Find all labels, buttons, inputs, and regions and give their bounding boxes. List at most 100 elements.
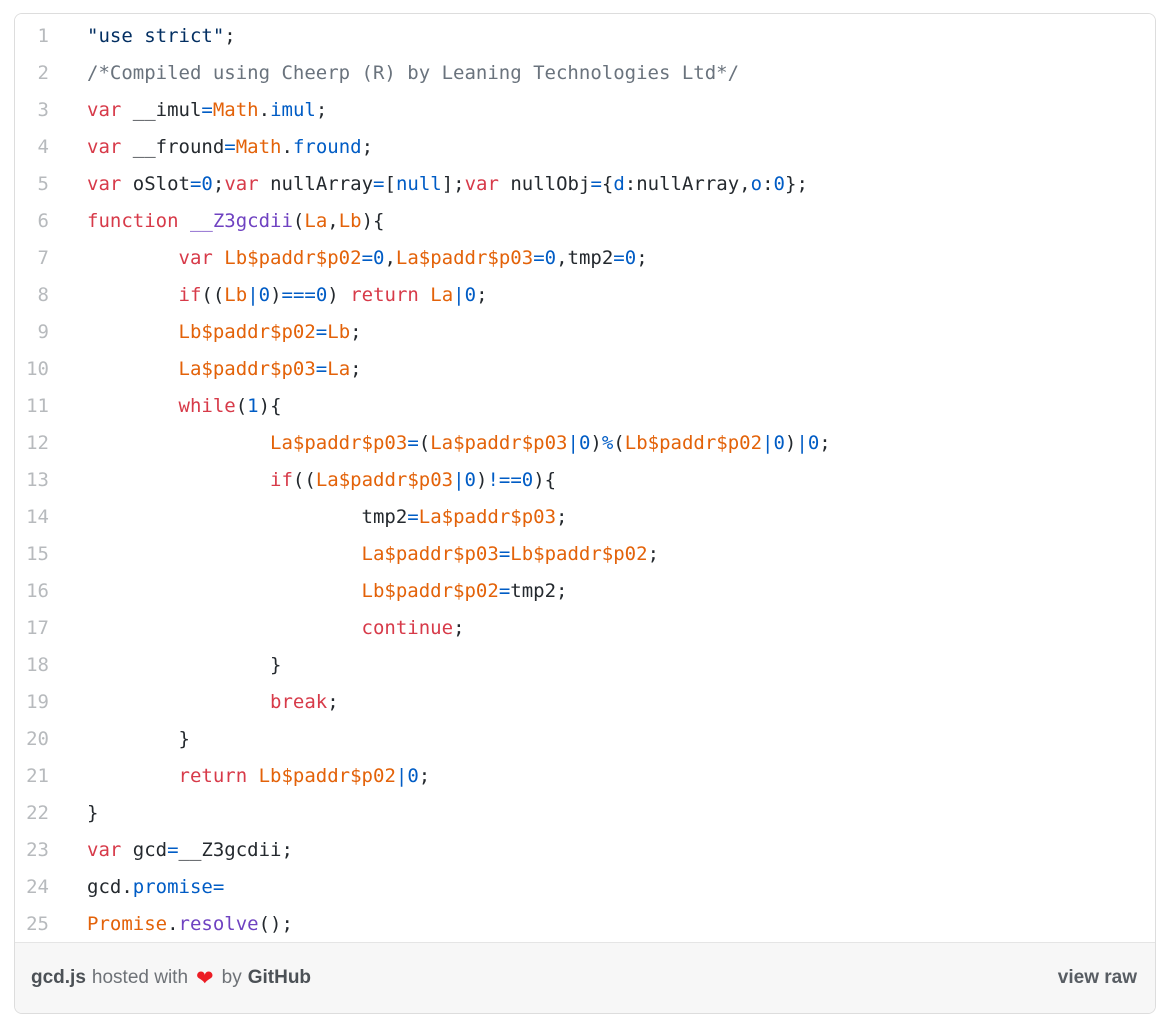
code-token <box>87 469 270 491</box>
line-number: 16 <box>15 573 49 610</box>
code-text: while(1){ <box>49 388 282 425</box>
code-token: La$paddr$p03 <box>179 358 316 380</box>
code-token: Lb$paddr$p02 <box>362 580 499 602</box>
code-token: = <box>316 358 327 380</box>
code-token <box>87 765 179 787</box>
hosted-text: hosted with <box>92 967 188 989</box>
code-token: =0 <box>533 247 556 269</box>
code-token: Lb$paddr$p02 <box>259 765 396 787</box>
code-token <box>179 210 190 232</box>
gist-embed: 1"use strict";2/*Compiled using Cheerp (… <box>14 13 1156 1014</box>
code-token: % <box>602 432 613 454</box>
code-token: var <box>224 173 258 195</box>
code-line: 16 Lb$paddr$p02=tmp2; <box>15 573 1155 610</box>
code-token: null <box>396 173 442 195</box>
code-token: . <box>259 99 270 121</box>
code-token: ; <box>476 284 487 306</box>
code-token: = <box>407 432 418 454</box>
code-token: ; <box>453 617 464 639</box>
code-token: var <box>87 839 121 861</box>
code-token: ; <box>556 506 567 528</box>
code-token <box>87 247 179 269</box>
code-token: "use strict" <box>87 25 224 47</box>
view-raw-link[interactable]: view raw <box>1058 967 1137 989</box>
code-token <box>87 358 179 380</box>
code-text: /*Compiled using Cheerp (R) by Leaning T… <box>49 55 739 92</box>
code-token: ; <box>648 543 659 565</box>
code-token: (( <box>201 284 224 306</box>
file-link[interactable]: gcd.js <box>31 967 86 989</box>
code-token: gcd <box>121 839 167 861</box>
code-text: var __imul=Math.imul; <box>49 92 327 129</box>
line-number: 8 <box>15 277 49 314</box>
line-number: 1 <box>15 18 49 55</box>
code-token <box>419 284 430 306</box>
code-text: if((La$paddr$p03|0)!==0){ <box>49 462 556 499</box>
code-token: La$paddr$p03 <box>270 432 407 454</box>
code-token: function <box>87 210 179 232</box>
code-token: __fround <box>121 136 224 158</box>
code-token: var <box>87 99 121 121</box>
code-token: = <box>407 506 418 528</box>
line-number: 24 <box>15 869 49 906</box>
line-number: 21 <box>15 758 49 795</box>
code-token: Lb$paddr$p02 <box>510 543 647 565</box>
code-token <box>87 617 362 639</box>
code-line: 25Promise.resolve(); <box>15 906 1155 942</box>
code-token: ) <box>327 284 350 306</box>
code-token: ){ <box>533 469 556 491</box>
code-line: 12 La$paddr$p03=(La$paddr$p03|0)%(Lb$pad… <box>15 425 1155 462</box>
code-token: Math <box>236 136 282 158</box>
code-line: 24gcd.promise= <box>15 869 1155 906</box>
code-token: Math <box>213 99 259 121</box>
code-line: 11 while(1){ <box>15 388 1155 425</box>
code-token: (); <box>259 913 293 935</box>
code-token: continue <box>362 617 454 639</box>
code-token <box>213 247 224 269</box>
code-token: break <box>270 691 327 713</box>
code-line: 21 return Lb$paddr$p02|0; <box>15 758 1155 795</box>
code-line: 6function __Z3gcdii(La,Lb){ <box>15 203 1155 240</box>
code-token: |0 <box>453 284 476 306</box>
by-text: by <box>222 967 242 989</box>
code-line: 22} <box>15 795 1155 832</box>
code-token: __Z3gcdii <box>190 210 293 232</box>
code-token: nullArray <box>259 173 373 195</box>
code-text: } <box>49 721 190 758</box>
heart-icon: ❤ <box>194 966 216 991</box>
code-token: ; <box>224 25 235 47</box>
code-text: "use strict"; <box>49 18 236 55</box>
line-number: 13 <box>15 462 49 499</box>
code-token: ){ <box>259 395 282 417</box>
code-token: (( <box>293 469 316 491</box>
code-token: return <box>179 765 248 787</box>
code-token: Lb <box>339 210 362 232</box>
code-token: tmp2 <box>87 506 407 528</box>
github-link[interactable]: GitHub <box>248 967 311 989</box>
code-token: |0 <box>453 469 476 491</box>
line-number: 17 <box>15 610 49 647</box>
code-token: = <box>373 173 384 195</box>
code-token: ; <box>316 99 327 121</box>
line-number: 15 <box>15 536 49 573</box>
code-token: La$paddr$p03 <box>362 543 499 565</box>
code-token: __Z3gcdii; <box>179 839 293 861</box>
code-token: /*Compiled using Cheerp (R) by Leaning T… <box>87 62 739 84</box>
code-text: break; <box>49 684 339 721</box>
code-text: } <box>49 647 281 684</box>
code-text: return Lb$paddr$p02|0; <box>49 758 430 795</box>
code-line: 19 break; <box>15 684 1155 721</box>
code-token: Lb$paddr$p02 <box>625 432 762 454</box>
code-text: La$paddr$p03=La; <box>49 351 362 388</box>
code-token: ; <box>419 765 430 787</box>
code-text: var Lb$paddr$p02=0,La$paddr$p03=0,tmp2=0… <box>49 240 648 277</box>
code-token <box>87 395 179 417</box>
code-line: 14 tmp2=La$paddr$p03; <box>15 499 1155 536</box>
code-token: =0 <box>613 247 636 269</box>
line-number: 3 <box>15 92 49 129</box>
code-token: promise= <box>133 876 225 898</box>
code-text: } <box>49 795 98 832</box>
code-token: . <box>167 913 178 935</box>
line-number: 5 <box>15 166 49 203</box>
code-token: , <box>327 210 338 232</box>
